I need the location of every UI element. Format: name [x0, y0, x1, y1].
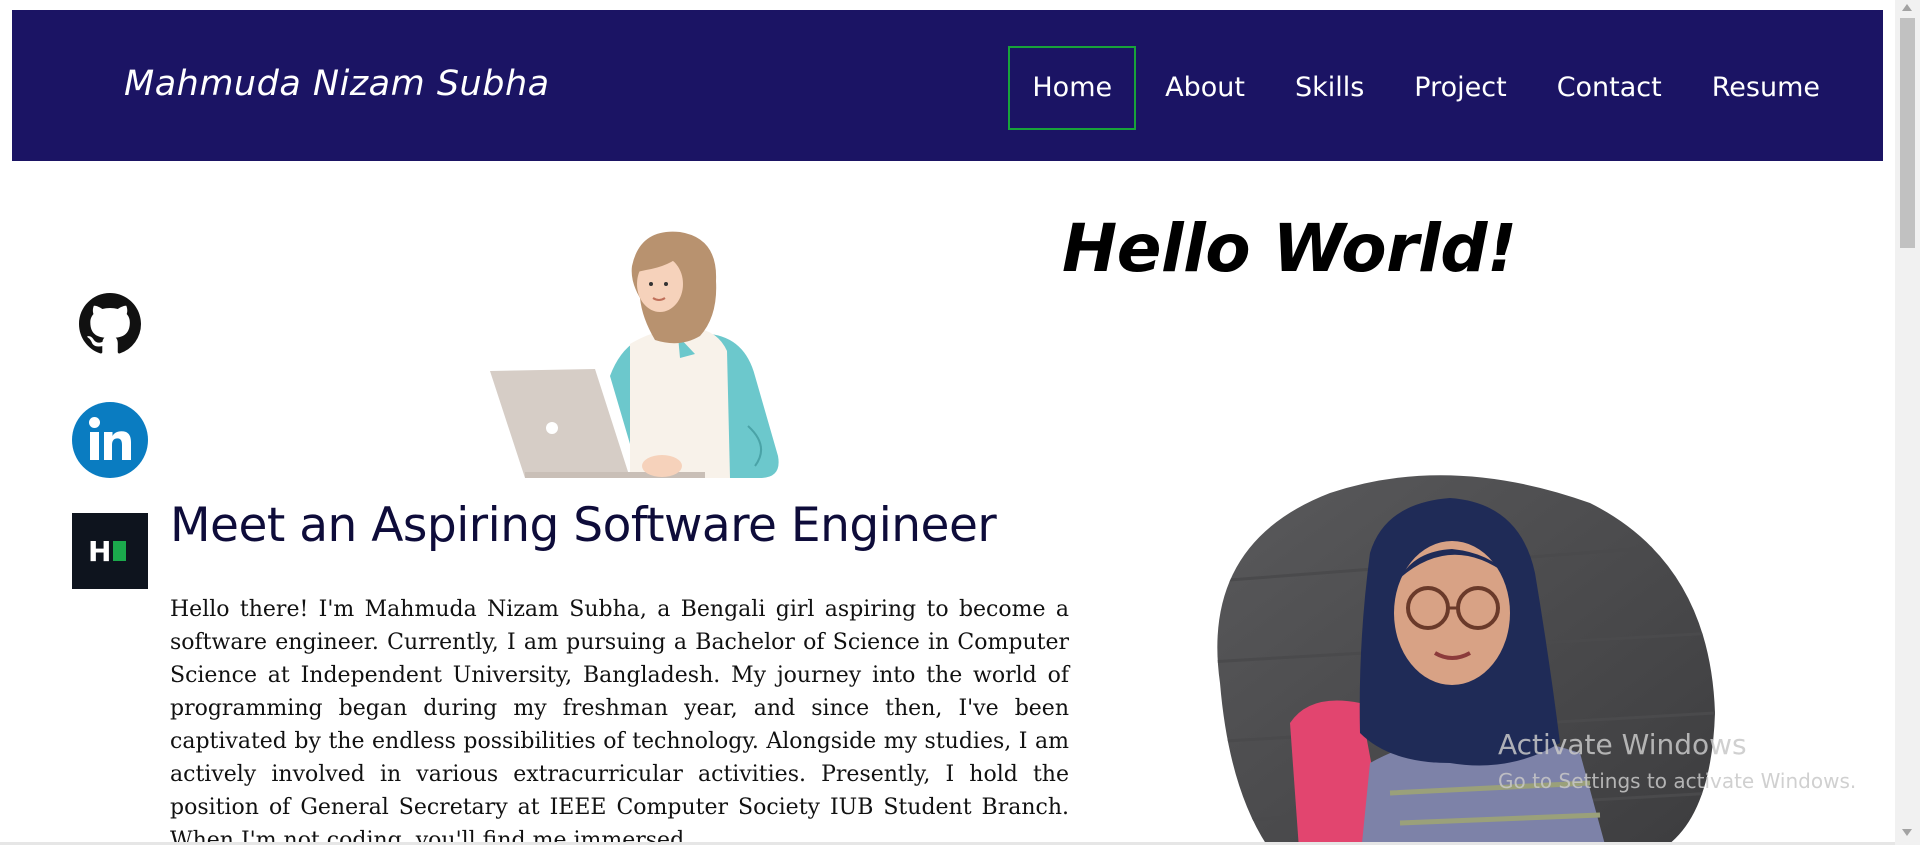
girl-with-laptop-illustration — [490, 231, 779, 478]
scrollbar-thumb[interactable] — [1900, 18, 1915, 248]
vertical-scrollbar[interactable] — [1895, 0, 1920, 845]
scroll-down-arrow-icon[interactable] — [1902, 829, 1912, 836]
activation-watermark-subtitle: Go to Settings to activate Windows. — [1498, 769, 1857, 793]
hackerrank-glyph: H — [88, 535, 111, 568]
nav-link-resume[interactable]: Resume — [1687, 46, 1845, 130]
nav-link-project[interactable]: Project — [1389, 46, 1531, 130]
linkedin-icon[interactable] — [72, 402, 148, 478]
brand-name[interactable]: Mahmuda Nizam Subha — [124, 64, 550, 104]
hackerrank-icon[interactable]: H — [72, 513, 148, 589]
intro-paragraph: Hello there! I'm Mahmuda Nizam Subha, a … — [170, 597, 1069, 845]
nav-links: Home About Skills Project Contact Resume — [1008, 46, 1845, 130]
portfolio-page: Mahmuda Nizam Subha Home About Skills Pr… — [0, 0, 1920, 845]
github-icon[interactable] — [79, 293, 141, 355]
page-title: Meet an Aspiring Software Engineer — [170, 498, 997, 553]
nav-link-about[interactable]: About — [1140, 46, 1270, 130]
nav-link-skills[interactable]: Skills — [1270, 46, 1389, 130]
nav-link-contact[interactable]: Contact — [1532, 46, 1687, 130]
navbar: Mahmuda Nizam Subha Home About Skills Pr… — [12, 10, 1883, 161]
activation-watermark-title: Activate Windows — [1498, 728, 1747, 761]
scroll-up-arrow-icon[interactable] — [1902, 4, 1912, 11]
nav-link-home[interactable]: Home — [1008, 46, 1137, 130]
hello-heading: Hello World! — [1062, 210, 1517, 287]
